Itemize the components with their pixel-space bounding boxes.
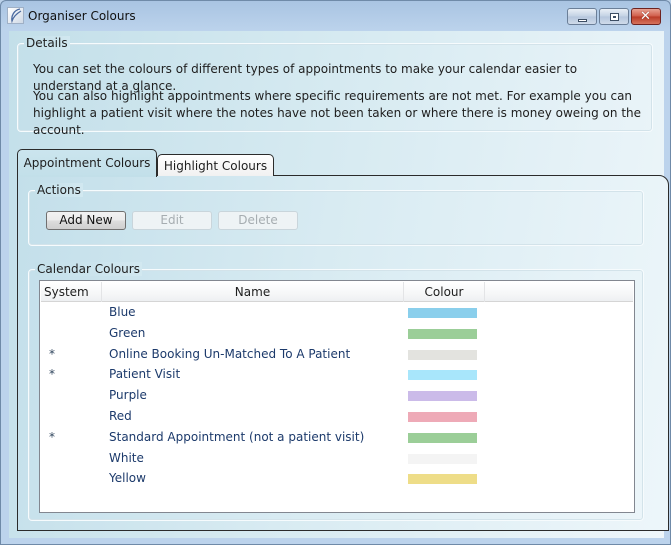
colour-name: Yellow: [109, 471, 146, 486]
table-row[interactable]: * Online Booking Un-Matched To A Patient: [41, 345, 633, 366]
colour-swatch: [408, 391, 477, 402]
table-row[interactable]: Purple: [41, 386, 633, 407]
colour-name: Red: [109, 409, 132, 423]
table-row[interactable]: Blue: [41, 303, 633, 324]
actions-label: Actions: [35, 183, 83, 197]
details-group: Details You can set the colours of diffe…: [17, 36, 653, 137]
colour-swatch: [408, 412, 477, 422]
colour-swatch: [408, 308, 477, 318]
appointment-colours-panel: Actions Add New Edit Delete Calendar Col…: [17, 175, 669, 531]
colour-swatch: [408, 432, 477, 443]
maximize-icon: [610, 13, 619, 21]
table-row[interactable]: * Patient Visit: [41, 365, 633, 386]
colour-swatch: [408, 474, 477, 485]
colour-swatch: [408, 349, 477, 360]
colour-name: Standard Appointment (not a patient visi…: [109, 429, 365, 444]
close-icon: ✕: [640, 9, 651, 24]
column-header-colour[interactable]: Colour: [404, 282, 485, 302]
minimize-icon: [578, 19, 587, 22]
system-flag: *: [49, 429, 55, 444]
system-flag: *: [49, 346, 55, 361]
minimize-button[interactable]: [567, 8, 597, 25]
delete-button[interactable]: Delete: [218, 211, 298, 230]
app-logo-icon: [7, 7, 24, 24]
window-title: Organiser Colours: [28, 9, 136, 23]
table-row[interactable]: White: [41, 449, 633, 470]
tab-highlight-colours[interactable]: Highlight Colours: [157, 154, 274, 176]
organiser-colours-window: Organiser Colours ✕ Details You can set …: [0, 0, 671, 545]
colour-swatch: [408, 370, 477, 381]
table-row[interactable]: Red: [41, 407, 633, 428]
colour-name: Patient Visit: [109, 367, 181, 382]
details-paragraph-2: You can also highlight appointments wher…: [33, 89, 642, 137]
colour-name: Blue: [109, 305, 136, 319]
colour-swatch: [408, 453, 477, 464]
calendar-colours-label: Calendar Colours: [35, 262, 142, 276]
colour-swatch: [408, 328, 477, 339]
colour-name: Purple: [109, 388, 147, 403]
table-row[interactable]: Yellow: [41, 469, 633, 490]
add-new-button[interactable]: Add New: [46, 211, 126, 230]
title-bar[interactable]: Organiser Colours ✕: [1, 1, 670, 31]
colour-name: White: [109, 450, 144, 465]
column-header-name[interactable]: Name: [102, 282, 404, 302]
tab-appointment-colours[interactable]: Appointment Colours: [17, 149, 157, 177]
table-row[interactable]: * Standard Appointment (not a patient vis…: [41, 428, 633, 449]
calendar-colours-grid[interactable]: System Name Colour Blue Green * Online Book…: [39, 280, 635, 513]
colour-name: Green: [109, 325, 146, 340]
column-header-system[interactable]: System: [41, 282, 102, 302]
maximize-button[interactable]: [599, 8, 629, 25]
details-label: Details: [24, 36, 70, 50]
system-flag: *: [49, 367, 55, 382]
close-button[interactable]: ✕: [631, 8, 661, 25]
window-client-area: Details You can set the colours of diffe…: [9, 31, 669, 538]
calendar-colours-group: Calendar Colours System Name Colour Blue…: [28, 262, 644, 521]
table-row[interactable]: Green: [41, 324, 633, 345]
column-header-filler: [485, 282, 633, 302]
colour-name: Online Booking Un-Matched To A Patient: [109, 346, 351, 361]
edit-button[interactable]: Edit: [132, 211, 212, 230]
actions-group: Actions Add New Edit Delete: [28, 183, 644, 246]
grid-header: System Name Colour: [41, 282, 633, 302]
